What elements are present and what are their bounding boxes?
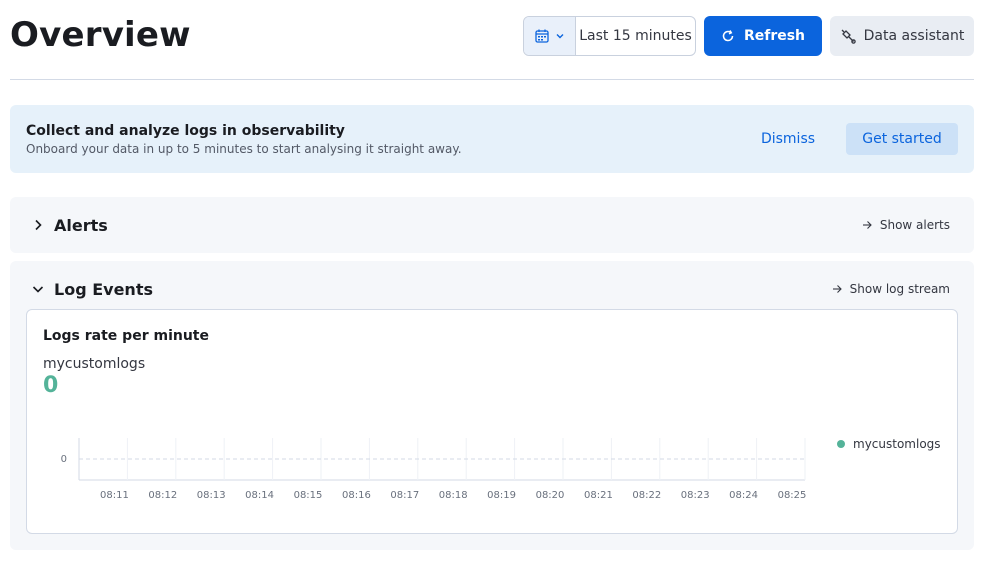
x-tick-label: 08:20 (536, 490, 565, 501)
show-log-stream-link[interactable]: Show log stream (832, 282, 950, 296)
calendar-icon (534, 29, 549, 43)
arrow-right-icon (862, 221, 872, 229)
alerts-title[interactable]: Alerts (54, 216, 108, 235)
x-tick-label: 08:24 (729, 490, 758, 501)
data-assistant-label: Data assistant (863, 28, 965, 44)
alerts-panel: Alerts Show alerts (10, 197, 974, 253)
refresh-icon (722, 30, 734, 42)
refresh-label: Refresh (743, 28, 806, 44)
logs-rate-chart: 08:11 08:12 08:13 08:14 08:15 08:16 08:17 08:18… (61, 438, 807, 501)
x-tick-label: 08:18 (439, 490, 468, 501)
y-tick-label: 0 (61, 454, 67, 465)
x-tick-label: 08:25 (778, 490, 807, 501)
logs-rate-card: Logs rate per minute mycustomlogs 0 08:1… (26, 309, 958, 534)
callout-text: Onboard your data in up to 5 minutes to … (26, 142, 462, 156)
data-assistant-button[interactable]: Data assistant (830, 16, 974, 56)
x-tick-label: 08:11 (100, 490, 129, 501)
x-tick-label: 08:14 (245, 490, 274, 501)
show-alerts-label: Show alerts (879, 218, 950, 232)
chart-legend[interactable]: mycustomlogs (837, 437, 941, 451)
arrow-right-icon (832, 285, 842, 293)
x-tick-label: 08:16 (342, 490, 371, 501)
get-started-button[interactable]: Get started (846, 123, 958, 155)
legend-color-dot (837, 440, 845, 448)
data-assistant-icon (841, 29, 856, 44)
x-tick-label: 08:17 (390, 490, 419, 501)
x-tick-label: 08:21 (584, 490, 613, 501)
onboarding-callout: Collect and analyze logs in observabilit… (10, 105, 974, 173)
log-events-title[interactable]: Log Events (54, 280, 153, 299)
callout-title: Collect and analyze logs in observabilit… (26, 123, 345, 139)
page-title: Overview (10, 15, 191, 55)
legend-label: mycustomlogs (853, 437, 941, 451)
refresh-button[interactable]: Refresh (704, 16, 822, 56)
show-log-stream-label: Show log stream (849, 282, 950, 296)
date-range-label[interactable]: Last 15 minutes (576, 17, 695, 55)
date-picker[interactable]: Last 15 minutes (523, 16, 696, 56)
log-events-panel: Log Events Show log stream Logs rate per… (10, 261, 974, 550)
x-tick-label: 08:22 (632, 490, 661, 501)
chevron-down-icon[interactable] (30, 281, 46, 297)
show-alerts-link[interactable]: Show alerts (862, 218, 950, 232)
x-tick-label: 08:13 (197, 490, 226, 501)
chevron-right-icon[interactable] (30, 217, 46, 233)
x-tick-label: 08:23 (681, 490, 710, 501)
x-tick-label: 08:19 (487, 490, 516, 501)
x-tick-label: 08:12 (148, 490, 177, 501)
page-header: Overview Last 15 minutes Refresh Data as… (10, 0, 974, 80)
x-tick-label: 08:15 (294, 490, 323, 501)
chevron-down-icon (556, 34, 563, 39)
quick-select-button[interactable] (524, 17, 576, 55)
dismiss-button[interactable]: Dismiss (748, 123, 828, 155)
